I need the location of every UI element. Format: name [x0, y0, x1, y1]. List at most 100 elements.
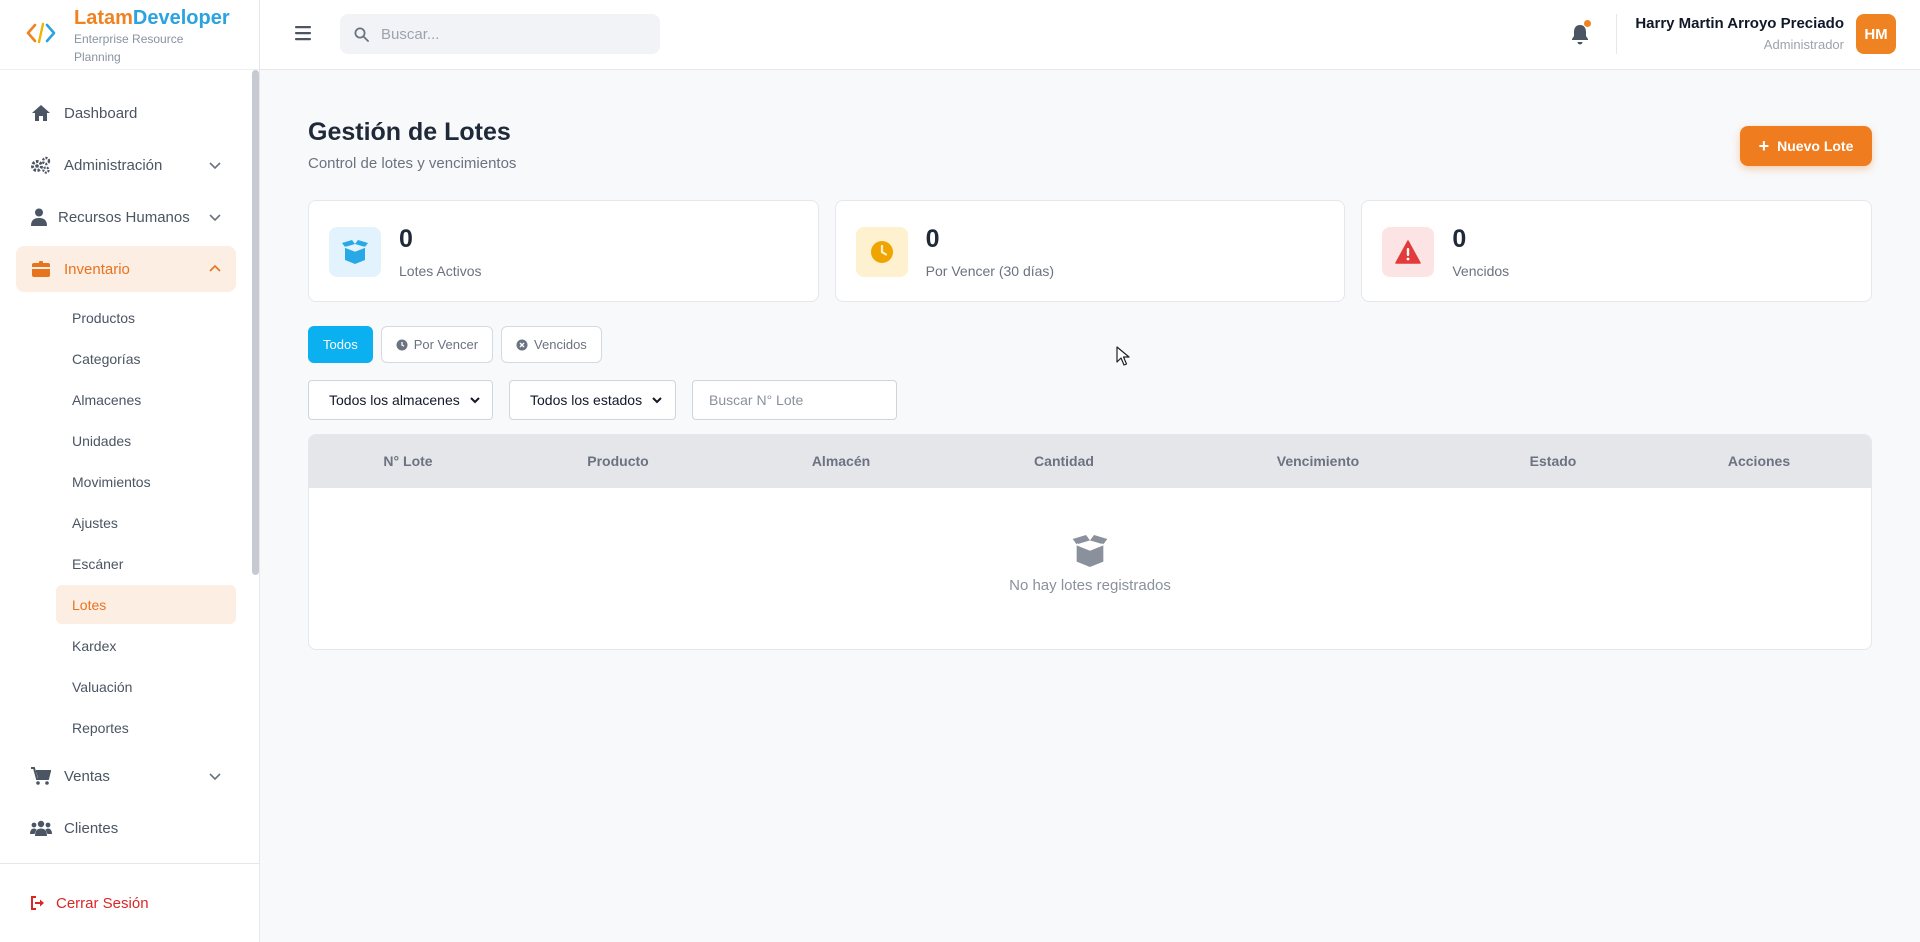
clock-icon	[396, 339, 408, 351]
stat-value: 0	[925, 225, 940, 253]
global-search[interactable]	[340, 14, 660, 54]
column-header-almacen[interactable]: Almacén	[812, 453, 870, 469]
stat-label: Lotes Activos	[399, 263, 482, 279]
page-title: Gestión de Lotes	[308, 118, 511, 146]
mouse-cursor-icon	[1116, 346, 1130, 366]
lot-search-input[interactable]	[692, 380, 897, 420]
inventario-submenu: Productos Categorías Almacenes Unidades …	[16, 298, 236, 747]
sidebar-item-label: Inventario	[64, 260, 130, 278]
table-header: N° Lote Producto Almacén Cantidad Vencim…	[309, 435, 1871, 488]
times-circle-icon	[516, 339, 528, 351]
brand: LatamDeveloper Enterprise Resource Plann…	[0, 0, 259, 70]
column-header-acciones: Acciones	[1727, 453, 1791, 469]
sidebar-item-label: Clientes	[64, 819, 119, 837]
column-header-producto[interactable]: Producto	[587, 453, 648, 469]
new-lot-button[interactable]: + Nuevo Lote	[1740, 126, 1872, 166]
warning-icon	[1382, 227, 1435, 277]
chevron-down-icon	[470, 396, 480, 404]
stat-value: 0	[399, 225, 413, 253]
cart-icon	[30, 765, 52, 787]
chevron-down-icon	[209, 773, 221, 781]
user-role: Administrador	[1763, 37, 1844, 52]
sidebar-item-label: Recursos Humanos	[58, 208, 190, 226]
code-logo-icon	[26, 18, 56, 48]
stat-card-expiring: 0 Por Vencer (30 días)	[834, 200, 1346, 302]
empty-state-text: No hay lotes registrados	[1009, 577, 1171, 594]
sidebar-item-inventario[interactable]: Inventario	[16, 246, 236, 292]
user-tie-icon	[28, 206, 50, 228]
chevron-down-icon	[652, 396, 662, 404]
sidebar-item-label: Administración	[64, 156, 163, 174]
status-select-value: Todos los estados	[530, 392, 643, 408]
sidebar-subitem-movimientos[interactable]: Movimientos	[56, 462, 236, 501]
sidebar-item-clientes[interactable]: Clientes	[16, 805, 236, 851]
plus-icon: +	[1758, 135, 1770, 156]
status-select[interactable]: Todos los estados	[509, 380, 676, 420]
brand-name: LatamDeveloper	[74, 7, 230, 29]
sidebar-subitem-ajustes[interactable]: Ajustes	[56, 503, 236, 542]
sidebar-nav: Dashboard Administración Recursos Humano…	[0, 90, 252, 857]
tab-todos[interactable]: Todos	[308, 326, 373, 363]
chevron-down-icon	[209, 214, 221, 222]
column-header-estado[interactable]: Estado	[1530, 453, 1577, 469]
sidebar-item-administracion[interactable]: Administración	[16, 142, 236, 188]
chevron-down-icon	[209, 162, 221, 170]
brand-subtitle: Enterprise Resource Planning	[74, 32, 184, 64]
tab-label: Vencidos	[534, 337, 587, 352]
stats-row: 0 Lotes Activos 0 Por Vencer (30 días) 0…	[308, 200, 1873, 302]
stat-label: Vencidos	[1452, 263, 1510, 279]
sidebar-subitem-unidades[interactable]: Unidades	[56, 421, 236, 460]
sidebar-subitem-lotes[interactable]: Lotes	[56, 585, 236, 624]
topbar: Harry Martin Arroyo Preciado Administrad…	[260, 0, 1920, 70]
column-header-vencimiento[interactable]: Vencimiento	[1277, 453, 1359, 469]
boxes-icon	[30, 258, 52, 280]
sidebar-item-label: Dashboard	[64, 104, 138, 122]
stat-card-active: 0 Lotes Activos	[308, 200, 819, 302]
home-icon	[30, 102, 52, 124]
sidebar-subitem-valuacion[interactable]: Valuación	[56, 667, 236, 706]
warehouse-select-value: Todos los almacenes	[329, 392, 460, 408]
sidebar-subitem-kardex[interactable]: Kardex	[56, 626, 236, 665]
avatar[interactable]: HM	[1856, 14, 1896, 54]
box-open-icon	[329, 227, 381, 277]
column-header-cantidad[interactable]: Cantidad	[1034, 453, 1094, 469]
tab-label: Por Vencer	[413, 337, 479, 352]
sidebar-subitem-escaner[interactable]: Escáner	[56, 544, 236, 583]
cogs-icon	[30, 154, 52, 176]
box-open-icon	[309, 535, 1871, 567]
sidebar-item-label: Ventas	[64, 767, 110, 785]
empty-state: No hay lotes registrados	[309, 535, 1871, 594]
topbar-divider	[1616, 14, 1617, 54]
new-lot-label: Nuevo Lote	[1777, 138, 1854, 154]
main-content: Gestión de Lotes Control de lotes y venc…	[260, 70, 1920, 942]
clock-icon	[855, 227, 908, 277]
sidebar: LatamDeveloper Enterprise Resource Plann…	[0, 0, 260, 942]
tab-vencidos[interactable]: Vencidos	[501, 326, 602, 363]
sidebar-item-recursos-humanos[interactable]: Recursos Humanos	[16, 194, 236, 240]
stat-value: 0	[1452, 225, 1467, 253]
column-header-lote[interactable]: N° Lote	[383, 453, 432, 469]
sidebar-subitem-productos[interactable]: Productos	[56, 298, 236, 337]
sidebar-subitem-categorias[interactable]: Categorías	[56, 339, 236, 378]
sidebar-subitem-almacenes[interactable]: Almacenes	[56, 380, 236, 419]
menu-toggle-icon[interactable]	[294, 22, 316, 44]
filters-row: Todos los almacenes Todos los estados	[308, 380, 897, 420]
filter-tabs: Todos Por Vencer Vencidos	[308, 326, 602, 363]
lots-table: N° Lote Producto Almacén Cantidad Vencim…	[308, 434, 1872, 650]
sidebar-item-ventas[interactable]: Ventas	[16, 753, 236, 799]
sidebar-scrollbar[interactable]	[252, 70, 259, 575]
search-input[interactable]	[381, 25, 641, 43]
stat-label: Por Vencer (30 días)	[925, 263, 1055, 279]
sign-out-icon	[30, 896, 46, 910]
tab-label: Todos	[323, 337, 358, 352]
logout-button[interactable]: Cerrar Sesión	[0, 863, 259, 942]
users-icon	[30, 817, 52, 839]
sidebar-subitem-reportes[interactable]: Reportes	[56, 708, 236, 747]
user-name[interactable]: Harry Martin Arroyo Preciado	[1635, 15, 1844, 32]
stat-card-expired: 0 Vencidos	[1361, 200, 1873, 302]
tab-por-vencer[interactable]: Por Vencer	[380, 326, 494, 363]
search-icon	[354, 27, 369, 42]
warehouse-select[interactable]: Todos los almacenes	[308, 380, 493, 420]
notifications-bell-icon[interactable]	[1568, 20, 1592, 46]
sidebar-item-dashboard[interactable]: Dashboard	[16, 90, 236, 136]
